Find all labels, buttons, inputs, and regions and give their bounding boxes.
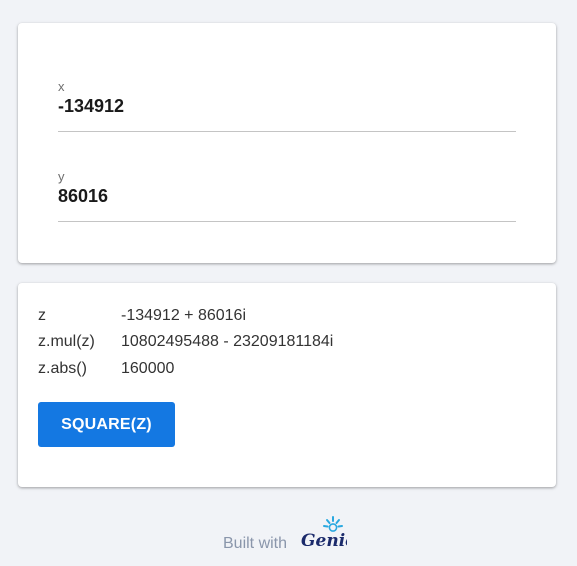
square-button[interactable]: SQUARE(Z) bbox=[38, 402, 175, 447]
result-key: z bbox=[38, 307, 46, 324]
svg-text:Genie: Genie bbox=[301, 531, 347, 551]
built-with-text: Built with bbox=[223, 535, 288, 552]
x-field[interactable]: x -134912 bbox=[58, 79, 516, 132]
y-field-label: y bbox=[58, 169, 65, 184]
result-key: z.abs() bbox=[38, 360, 87, 377]
x-field-label: x bbox=[58, 79, 65, 94]
input-card: x -134912 y 86016 bbox=[18, 23, 556, 263]
y-field[interactable]: y 86016 bbox=[58, 169, 516, 222]
genie-logo-icon[interactable]: Genie bbox=[301, 515, 347, 551]
y-field-value[interactable]: 86016 bbox=[58, 186, 108, 207]
results-card: z -134912 + 86016i z.mul(z) 10802495488 … bbox=[18, 283, 556, 487]
result-key: z.mul(z) bbox=[38, 333, 95, 350]
result-value: 160000 bbox=[121, 360, 175, 377]
result-value: -134912 + 86016i bbox=[121, 307, 246, 324]
footer: Built with Genie bbox=[223, 515, 363, 555]
x-field-value[interactable]: -134912 bbox=[58, 96, 124, 117]
result-value: 10802495488 - 23209181184i bbox=[121, 333, 334, 350]
